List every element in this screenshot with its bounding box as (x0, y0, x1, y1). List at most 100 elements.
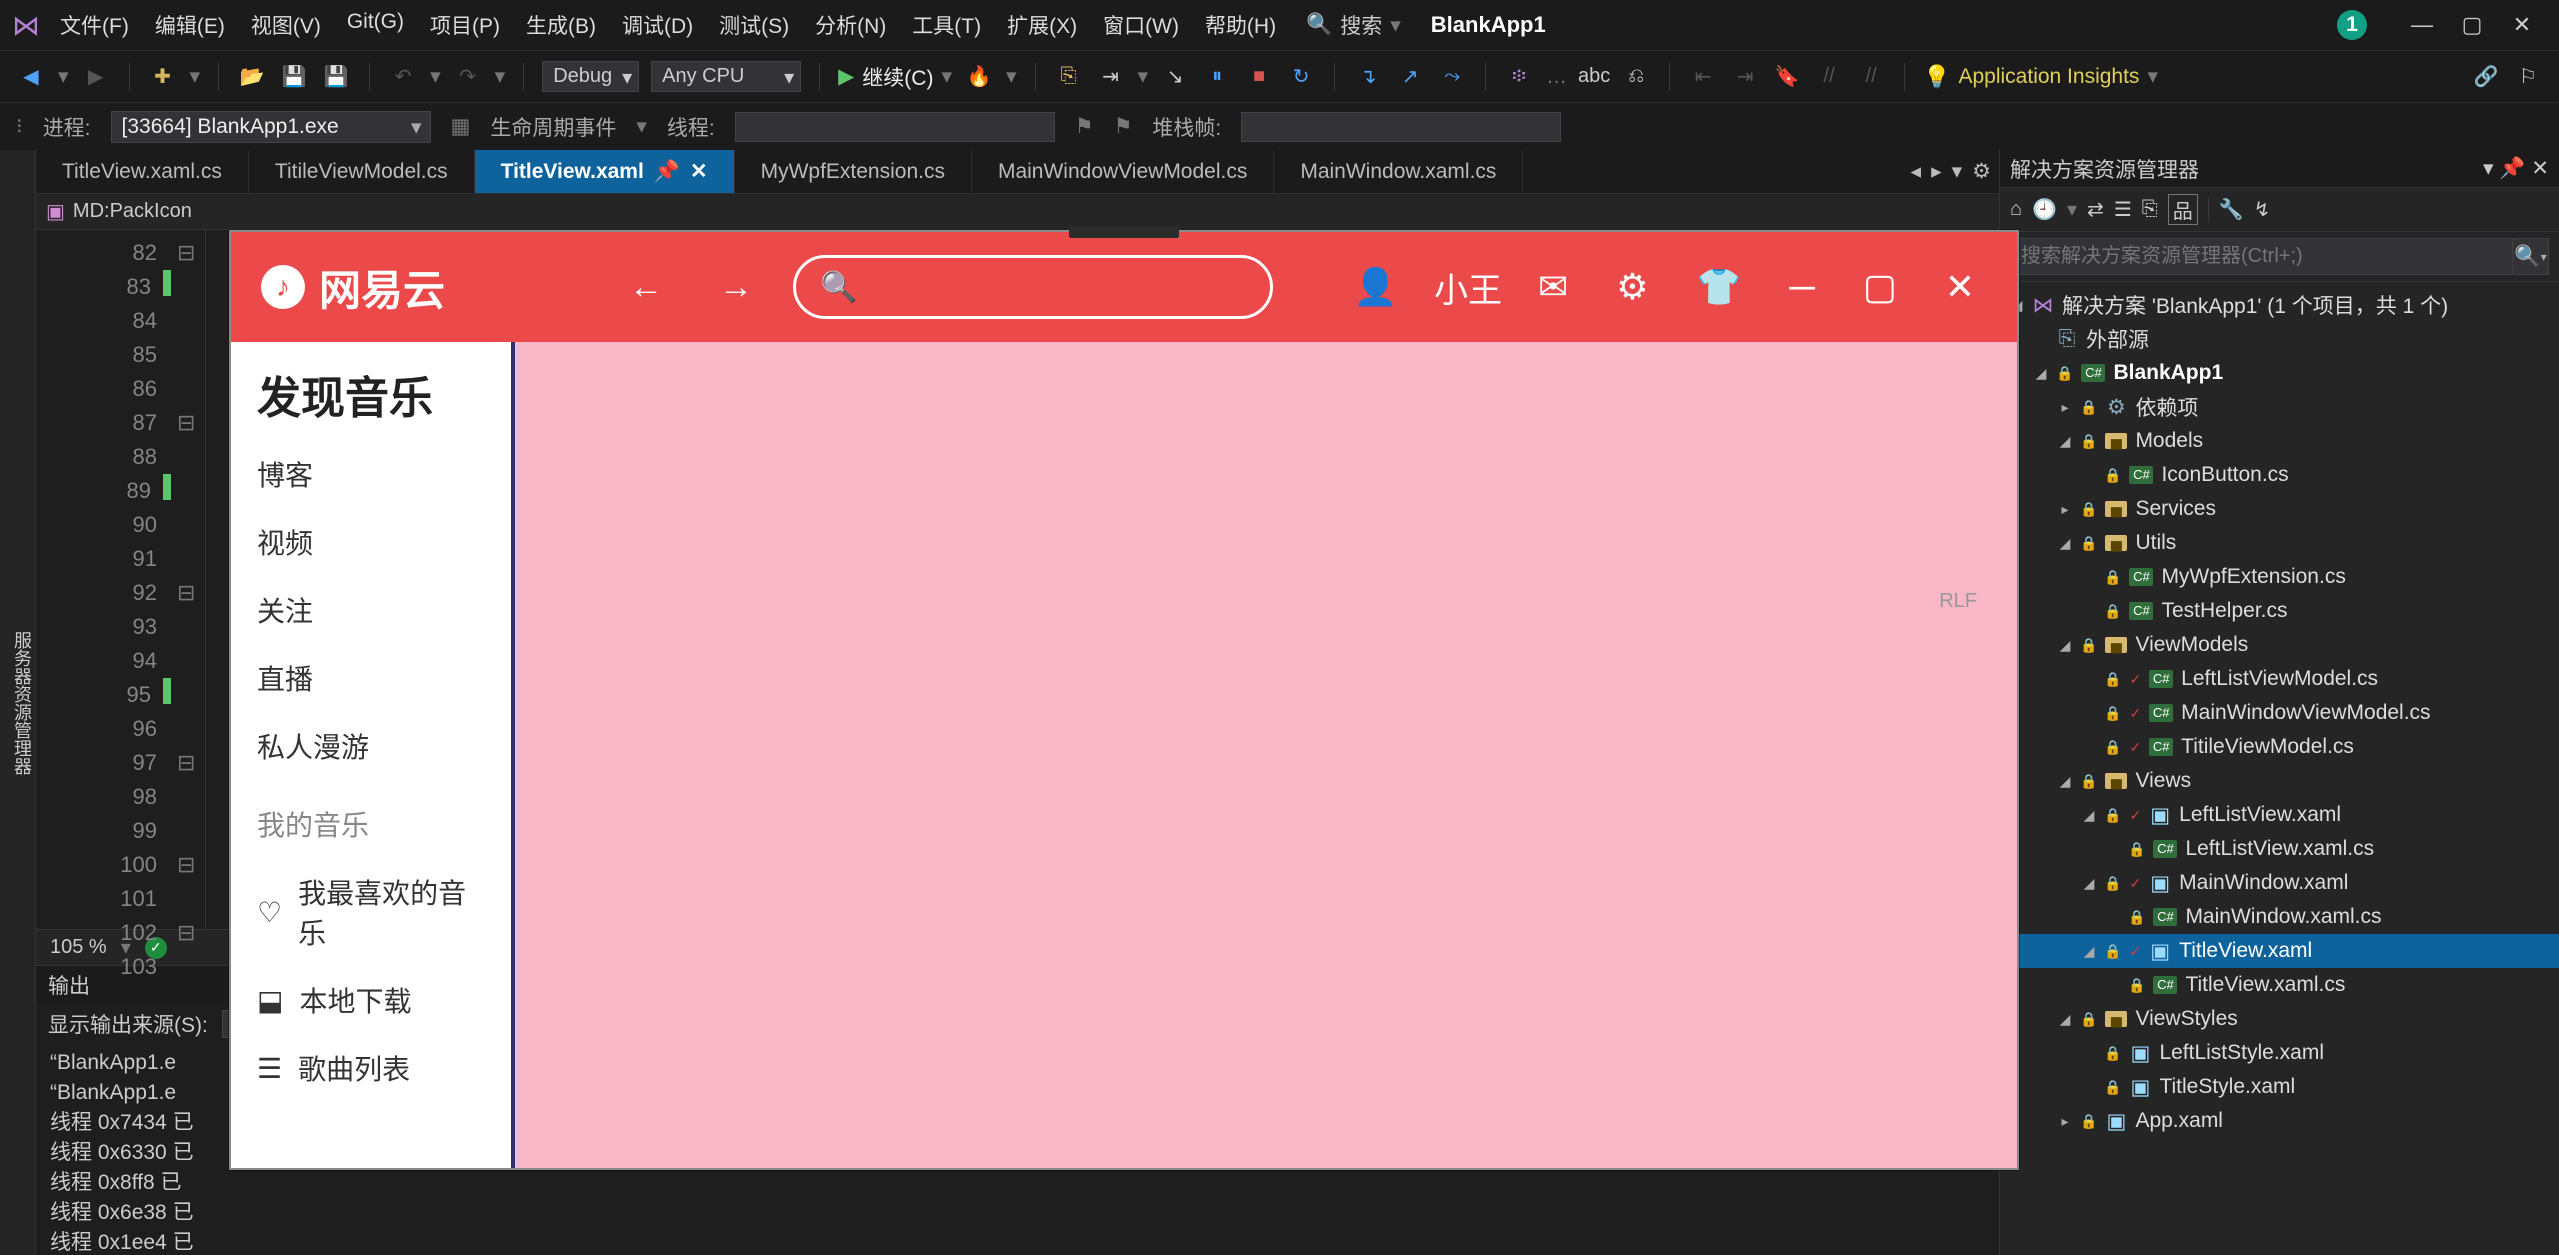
tree-node[interactable]: ▸🔒▅Services (2000, 492, 2559, 526)
save-all-icon[interactable]: 💾 (321, 62, 351, 92)
pause-icon[interactable]: ⏸ (1202, 62, 1232, 92)
menu-build[interactable]: 生成(B) (526, 10, 596, 40)
undo-icon[interactable]: ↶ (388, 62, 418, 92)
continue-button[interactable]: ▶继续(C)▾ (838, 62, 952, 92)
properties-icon[interactable]: ↯ (2254, 197, 2271, 222)
menu-test[interactable]: 测试(S) (719, 10, 789, 40)
sidebar-live[interactable]: 直播 (257, 658, 485, 698)
soln-search-icon[interactable]: 🔍▾ (2513, 238, 2549, 275)
format-icon[interactable]: abc (1579, 62, 1609, 92)
menu-edit[interactable]: 编辑(E) (155, 10, 225, 40)
preview-minimize-icon[interactable]: ─ (1777, 266, 1827, 308)
tree-node[interactable]: ◢🔒▅ViewStyles (2000, 1002, 2559, 1036)
notification-badge[interactable]: 1 (2337, 10, 2367, 40)
sidebar-video[interactable]: 视频 (257, 522, 485, 562)
wrench-icon[interactable]: 🔧 (2219, 197, 2244, 222)
tree-node[interactable]: 🔒C#TitleView.xaml.cs (2000, 968, 2559, 1002)
filter-icon[interactable]: ☰ (2114, 197, 2132, 222)
step-into-icon[interactable]: ↘ (1160, 62, 1190, 92)
shirt-icon[interactable]: 👕 (1684, 266, 1753, 308)
tree-node[interactable]: ◢🔒▅Views (2000, 764, 2559, 798)
tree-node[interactable]: ◢🔒▅Utils (2000, 526, 2559, 560)
stackframe-combo[interactable] (1241, 112, 1561, 142)
bookmark-icon[interactable]: 🔖 (1772, 62, 1802, 92)
menu-window[interactable]: 窗口(W) (1103, 10, 1179, 40)
pin-icon[interactable]: 📌 (654, 160, 680, 184)
sidebar-follow[interactable]: 关注 (257, 590, 485, 630)
home-icon[interactable]: ⌂ (2010, 198, 2022, 221)
preview-drag-handle[interactable] (1069, 226, 1179, 238)
sidebar-roam[interactable]: 私人漫游 (257, 726, 485, 766)
tree-node[interactable]: ▸🔒▣App.xaml (2000, 1104, 2559, 1138)
menu-tools[interactable]: 工具(T) (912, 10, 981, 40)
tab-mainwindow-cs[interactable]: MainWindow.xaml.cs (1274, 150, 1523, 193)
tree-node[interactable]: 🔒▣LeftListStyle.xaml (2000, 1036, 2559, 1070)
run-to-icon[interactable]: ⤳ (1437, 62, 1467, 92)
tab-scroll-right-icon[interactable]: ▸ (1931, 159, 1942, 184)
tab-settings-icon[interactable]: ⚙ (1972, 159, 1991, 184)
tree-node[interactable]: ◢🔒✓▣LeftListView.xaml (2000, 798, 2559, 832)
tree-node[interactable]: ◢🔒C#BlankApp1 (2000, 356, 2559, 390)
platform-combo[interactable]: Any CPU (651, 61, 801, 92)
preview-close-icon[interactable]: ✕ (1933, 266, 1987, 308)
preview-maximize-icon[interactable]: ▢ (1851, 266, 1909, 308)
preview-forward-icon[interactable]: → (703, 268, 769, 307)
indent-icon[interactable]: ⇥ (1730, 62, 1760, 92)
tab-mywpfextension-cs[interactable]: MyWpfExtension.cs (735, 150, 972, 193)
thread-combo[interactable] (735, 112, 1055, 142)
tree-node[interactable]: ◢🔒✓▣TitleView.xaml (2000, 934, 2559, 968)
stop-icon[interactable]: ■ (1244, 62, 1274, 92)
show-all-icon[interactable]: ⎘ (2142, 198, 2158, 221)
save-icon[interactable]: 💾 (279, 62, 309, 92)
preview-heading[interactable]: 发现音乐 (257, 362, 485, 426)
outdent-icon[interactable]: ⇤ (1688, 62, 1718, 92)
restart-icon[interactable]: ↻ (1286, 62, 1316, 92)
tree-node[interactable]: 🔒▣TitleStyle.xaml (2000, 1070, 2559, 1104)
left-rail-tab[interactable]: 服务器资源管理器 (0, 150, 36, 1255)
tree-node[interactable]: ⎘外部源 (2000, 322, 2559, 356)
tree-node[interactable]: 🔒C#IconButton.cs (2000, 458, 2559, 492)
menu-extensions[interactable]: 扩展(X) (1007, 10, 1077, 40)
tree-node[interactable]: 🔒C#LeftListView.xaml.cs (2000, 832, 2559, 866)
hot-reload-icon[interactable]: 🔥 (964, 62, 994, 92)
code-map-icon[interactable]: ፨ (1504, 62, 1534, 92)
open-folder-icon[interactable]: 📂 (237, 62, 267, 92)
tree-node[interactable]: 🔒C#MainWindow.xaml.cs (2000, 900, 2559, 934)
soln-search-input[interactable] (2010, 238, 2513, 275)
process-combo[interactable]: [33664] BlankApp1.exe (111, 111, 431, 143)
step-over-icon[interactable]: ⎘ (1054, 62, 1084, 92)
tab-mainwindowviewmodel-cs[interactable]: MainWindowViewModel.cs (972, 150, 1274, 193)
redo-icon[interactable]: ↷ (453, 62, 483, 92)
sync-icon[interactable]: ⇄ (2087, 197, 2104, 222)
tree-node[interactable]: ◢🔒▅Models (2000, 424, 2559, 458)
nav-back-icon[interactable]: ◀ (16, 62, 46, 92)
sidebar-playlist[interactable]: ☰歌曲列表 (257, 1048, 485, 1088)
close-icon[interactable]: ✕ (690, 159, 708, 184)
tab-titleview-cs[interactable]: TitleView.xaml.cs (36, 150, 249, 193)
tab-scroll-left-icon[interactable]: ◂ (1911, 159, 1922, 184)
sidebar-download[interactable]: ⬓本地下载 (257, 980, 485, 1020)
preview-search-input[interactable]: 🔍 (793, 255, 1273, 319)
tree-node[interactable]: 🔒✓C#MainWindowViewModel.cs (2000, 696, 2559, 730)
global-search[interactable]: 🔍 搜索 ▾ (1306, 10, 1401, 40)
menu-debug[interactable]: 调试(D) (622, 10, 693, 40)
sidebar-blog[interactable]: 博客 (257, 454, 485, 494)
solution-tree[interactable]: ◢⋈解决方案 'BlankApp1' (1 个项目，共 1 个)⎘外部源◢🔒C#… (2000, 282, 2559, 1255)
menu-file[interactable]: 文件(F) (60, 10, 129, 40)
lifecycle-icon[interactable]: ▦ (451, 114, 471, 139)
user-icon[interactable]: 👤 (1341, 266, 1410, 308)
tree-node[interactable]: 🔒C#MyWpfExtension.cs (2000, 560, 2559, 594)
flag2-icon[interactable]: ⚑ (1114, 114, 1133, 139)
mail-icon[interactable]: ✉ (1526, 266, 1580, 308)
step-arrow-icon[interactable]: ↴ (1353, 62, 1383, 92)
maximize-button[interactable]: ▢ (2447, 12, 2497, 38)
show-next-icon[interactable]: ⇥ (1096, 62, 1126, 92)
tree-node[interactable]: ◢🔒▅ViewModels (2000, 628, 2559, 662)
flag-icon[interactable]: ⚑ (1075, 114, 1094, 139)
uncomment2-icon[interactable]: // (1856, 62, 1886, 92)
tree-node[interactable]: 🔒✓C#TitileViewModel.cs (2000, 730, 2559, 764)
preview-brand[interactable]: ♪ 网易云 (261, 257, 445, 318)
tree-node[interactable]: ◢⋈解决方案 'BlankApp1' (1 个项目，共 1 个) (2000, 288, 2559, 322)
share-icon[interactable]: 🔗 (2471, 62, 2501, 92)
collapse-icon[interactable]: 品 (2168, 194, 2198, 225)
